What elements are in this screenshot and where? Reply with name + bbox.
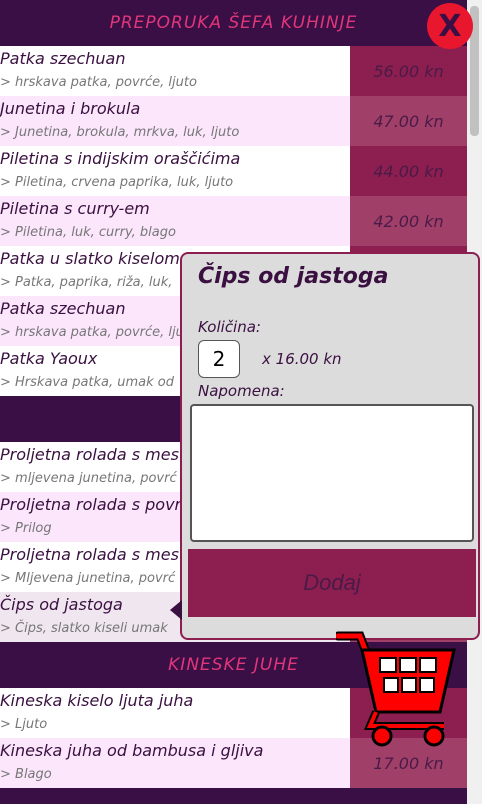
item-price: 56.00 kn <box>350 46 467 96</box>
item-name: Piletina s indijskim oraščićima <box>0 149 241 168</box>
item-name: Kineska kiselo ljuta juha <box>0 691 194 710</box>
item-price: 47.00 kn <box>350 96 467 146</box>
menu-item[interactable]: Patka szechuan > hrskava patka, povrće, l… <box>0 46 467 96</box>
item-name: Kineska juha od bambusa i gljiva <box>0 741 264 760</box>
unit-price: x 16.00 kn <box>262 350 342 368</box>
item-desc: > Blago <box>0 767 52 782</box>
item-desc: > Piletina, crvena paprika, luk, ljuto <box>0 175 234 190</box>
item-name: Piletina s curry-em <box>0 199 150 218</box>
item-desc: > Ljuto <box>0 717 48 732</box>
popup-pointer <box>170 600 182 620</box>
cart-button[interactable] <box>333 630 460 748</box>
item-price: 44.00 kn <box>350 146 467 196</box>
section-header <box>0 788 467 804</box>
item-desc: > Piletina, luk, curry, blago <box>0 225 176 240</box>
add-button[interactable]: Dodaj <box>188 549 476 617</box>
item-desc: > Junetina, brokula, mrkva, luk, ljuto <box>0 125 240 140</box>
order-popup: Čips od jastoga Količina: x 16.00 kn Nap… <box>170 252 480 640</box>
menu-item[interactable]: Junetina i brokula > Junetina, brokula, m… <box>0 96 467 146</box>
quantity-input[interactable] <box>198 340 240 378</box>
quantity-label: Količina: <box>198 318 261 336</box>
close-icon: X <box>438 8 462 44</box>
item-name: Patka szechuan <box>0 49 126 68</box>
section-title: KINESKE JUHE <box>168 655 299 675</box>
close-button[interactable]: X <box>427 3 473 49</box>
section-header: PREPORUKA ŠEFA KUHINJE <box>0 0 467 46</box>
popup-title: Čips od jastoga <box>198 264 389 289</box>
item-price: 42.00 kn <box>350 196 467 246</box>
menu-item[interactable]: Piletina s indijskim oraščićima > Piletin… <box>0 146 467 196</box>
item-name: Junetina i brokula <box>0 99 141 118</box>
menu-item[interactable]: Piletina s curry-em > Piletina, luk, curr… <box>0 196 467 246</box>
section-title: PREPORUKA ŠEFA KUHINJE <box>109 13 358 33</box>
shopping-cart-icon <box>333 631 456 747</box>
note-textarea[interactable] <box>190 404 474 542</box>
item-desc: > hrskava patka, povrće, ljuto <box>0 75 197 90</box>
note-label: Napomena: <box>198 382 285 400</box>
